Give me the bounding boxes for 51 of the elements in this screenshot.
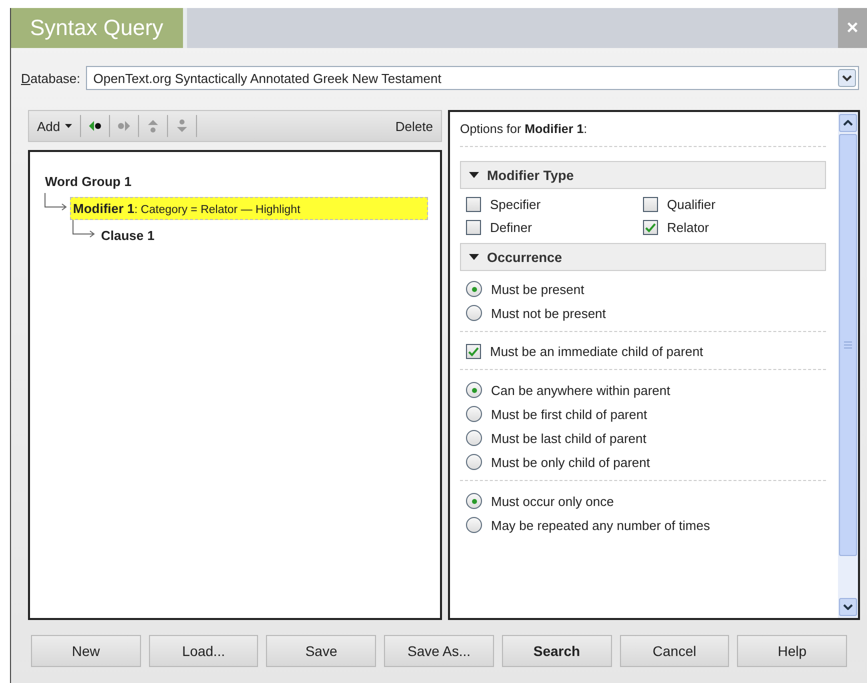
tree-node[interactable]: Word Group 1 — [42, 170, 134, 193]
radio-label: May be repeated any number of times — [491, 518, 710, 532]
dialog-button[interactable]: Save — [266, 635, 376, 667]
checkbox-label: Relator — [667, 220, 709, 235]
radio-button[interactable] — [466, 454, 482, 470]
checkbox[interactable] — [643, 197, 658, 212]
section-header[interactable]: Occurrence — [460, 243, 826, 271]
window-title: Syntax Query — [11, 8, 187, 48]
dialog-button[interactable]: New — [31, 635, 141, 667]
radio-label: Must occur only once — [491, 494, 614, 508]
section-header[interactable]: Modifier Type — [460, 161, 826, 189]
add-button[interactable]: Add — [33, 116, 76, 136]
checkbox[interactable] — [466, 220, 481, 235]
database-label: Database: — [21, 70, 80, 86]
dialog-button[interactable]: Help — [737, 635, 848, 667]
dialog-button[interactable]: Save As... — [384, 635, 494, 667]
collapse-triangle-icon — [469, 253, 479, 261]
caret-icon — [65, 124, 72, 128]
checkbox-label: Definer — [490, 220, 532, 235]
radio-button[interactable] — [466, 305, 482, 321]
radio-button[interactable] — [466, 406, 482, 422]
database-dropdown[interactable]: OpenText.org Syntactically Annotated Greek New Testament — [86, 66, 859, 90]
radio-button[interactable] — [466, 517, 482, 533]
radio-label: Must be present — [491, 282, 584, 296]
scroll-down-icon[interactable] — [839, 598, 857, 616]
checkbox-label: Must be an immediate child of parent — [490, 344, 704, 359]
checkbox[interactable] — [643, 220, 658, 235]
tree-node[interactable]: Clause 1 — [98, 224, 158, 247]
scroll-up-icon[interactable] — [839, 114, 857, 132]
checkbox-label: Specifier — [490, 197, 541, 212]
scrollbar[interactable] — [838, 112, 858, 618]
radio-button[interactable] — [466, 382, 482, 398]
radio-label: Must be only child of parent — [491, 454, 650, 470]
tree-node[interactable]: Modifier 1: Category = Relator — Highlight — [70, 197, 428, 220]
dialog-button[interactable]: Load... — [148, 635, 258, 667]
radio-label: Must not be present — [491, 306, 606, 320]
options-heading: Options for Modifier 1: — [460, 122, 826, 147]
checkbox[interactable] — [466, 197, 481, 212]
delete-button[interactable]: Delete — [391, 116, 437, 136]
radio-label: Must be first child of parent — [491, 406, 648, 422]
collapse-triangle-icon — [469, 171, 479, 179]
radio-label: Must be last child of parent — [491, 430, 646, 446]
radio-button[interactable] — [466, 430, 482, 446]
checkbox[interactable] — [466, 344, 481, 359]
dialog-button[interactable]: Cancel — [620, 635, 730, 667]
radio-button[interactable] — [466, 281, 482, 297]
radio-label: Can be anywhere within parent — [491, 382, 670, 398]
dialog-button[interactable]: Search — [502, 635, 612, 667]
radio-button[interactable] — [466, 493, 482, 509]
scroll-thumb[interactable] — [839, 134, 857, 556]
checkbox-label: Qualifier — [667, 197, 716, 212]
